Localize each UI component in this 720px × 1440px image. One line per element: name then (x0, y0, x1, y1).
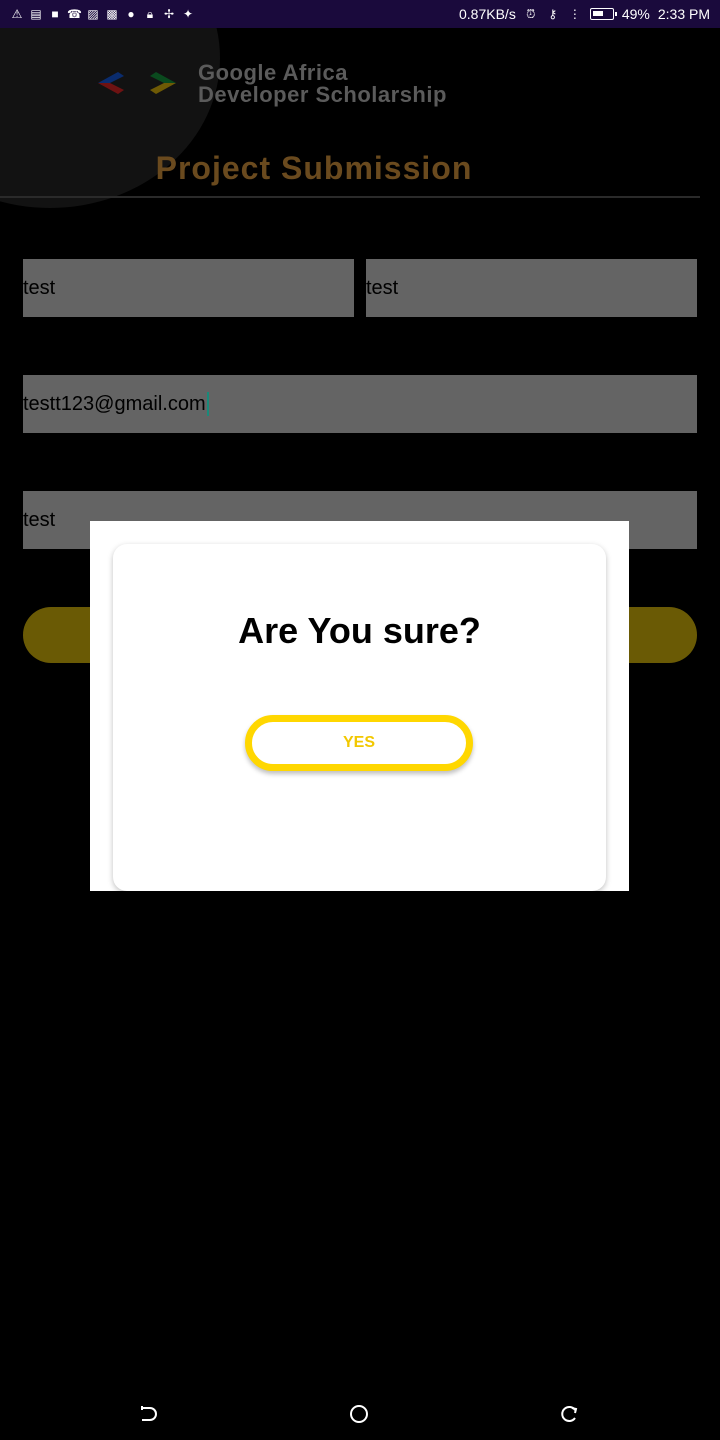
first-name-value: test (23, 276, 56, 299)
email-field[interactable]: testt123@gmail.com (23, 375, 697, 433)
battery-icon (589, 8, 617, 20)
twitter-icon: ✦ (182, 7, 194, 21)
yes-button[interactable]: YES (245, 715, 473, 771)
email-value: testt123@gmail.com (23, 392, 206, 415)
missed-call-icon: ☎ (67, 7, 82, 21)
signal-icon: ⋮ (568, 7, 581, 21)
notification-icons: ⚠ ▤ ■ ☎ ▨ ▩ ● 🔒︎ ✢ ✦ (10, 7, 195, 21)
warning-icon: ⚠ (11, 7, 23, 21)
gads-logo-icon (98, 72, 176, 94)
recent-apps-icon[interactable] (559, 1404, 579, 1424)
square-icon: ■ (51, 7, 59, 21)
navigation-bar (0, 1388, 720, 1440)
dialog-card: Are You sure? YES (113, 544, 606, 891)
alarm-icon: ⏰︎ (526, 7, 536, 21)
status-bar: ⚠ ▤ ■ ☎ ▨ ▩ ● 🔒︎ ✢ ✦ 0.87KB/s ⏰︎ ⚷ ⋮ 49%… (0, 0, 720, 28)
key-icon: ⚷ (548, 7, 558, 21)
home-icon[interactable] (349, 1404, 369, 1424)
image-icon: ▨ (87, 7, 99, 21)
brand-subtitle: Developer Scholarship (198, 82, 447, 107)
circle-icon: ● (127, 7, 135, 21)
project-link-value: test (23, 508, 56, 531)
dialog-title: Are You sure? (238, 610, 481, 651)
page-title: Project Submission (155, 150, 473, 186)
system-status: 0.87KB/s ⏰︎ ⚷ ⋮ 49% 2:33 PM (459, 6, 710, 22)
vpn-icon: ✢ (163, 7, 175, 21)
confirm-dialog: Are You sure? YES (90, 521, 629, 891)
first-name-field[interactable]: test (23, 259, 354, 317)
message-icon: ▤ (30, 7, 42, 21)
clock: 2:33 PM (657, 6, 710, 22)
battery-percent: 49% (621, 6, 650, 22)
divider (0, 196, 700, 198)
text-caret (206, 392, 209, 416)
last-name-value: test (366, 276, 399, 299)
network-speed: 0.87KB/s (459, 6, 516, 22)
last-name-field[interactable]: test (366, 259, 697, 317)
back-icon[interactable] (138, 1404, 158, 1424)
lock-icon: 🔒︎ (146, 7, 154, 21)
photo-icon: ▩ (106, 7, 118, 21)
